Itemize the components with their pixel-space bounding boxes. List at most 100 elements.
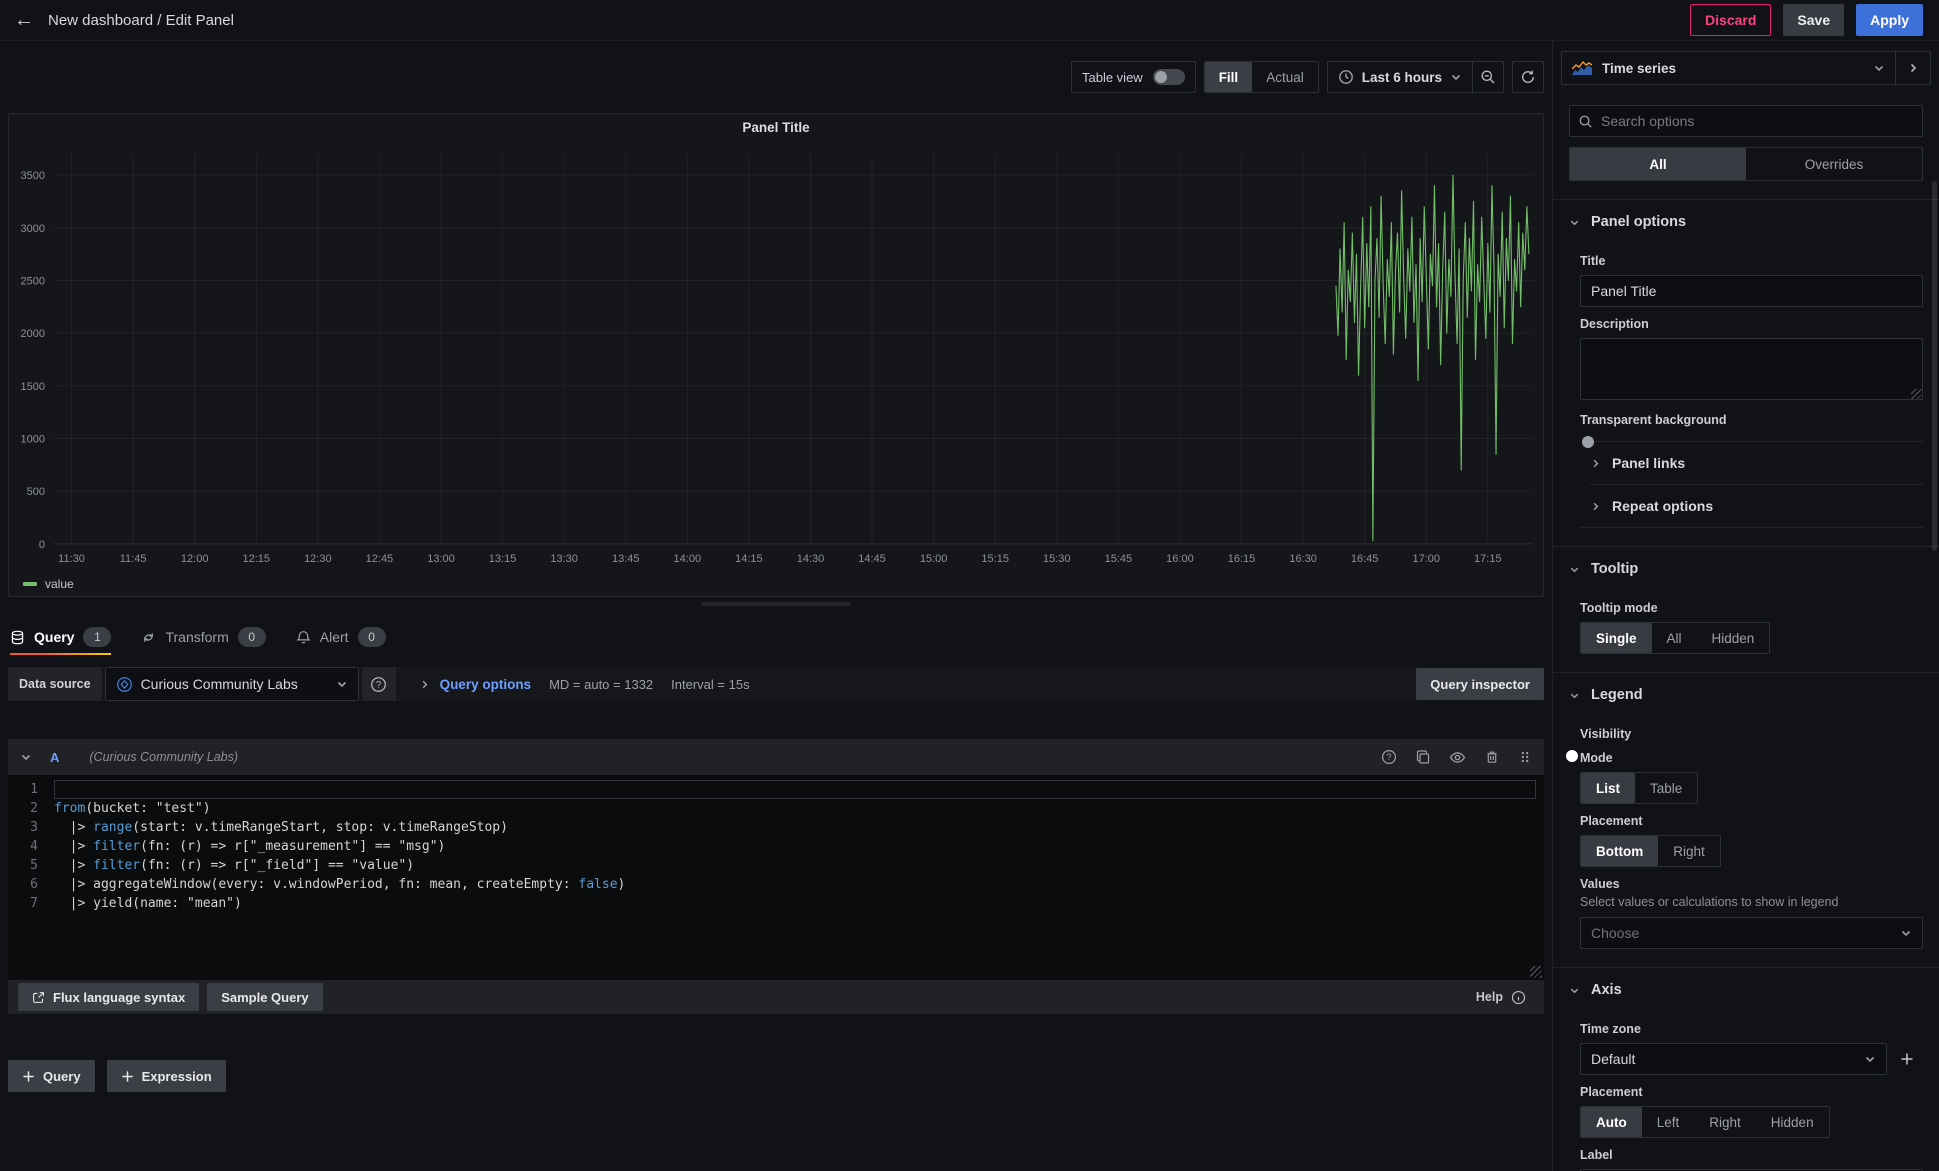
database-icon [10, 630, 25, 645]
panel-resize-handle[interactable] [701, 602, 851, 606]
query-editor-footer: Flux language syntax Sample Query Help [8, 980, 1544, 1014]
legend-mode-table[interactable]: Table [1635, 773, 1697, 803]
section-axis-header[interactable]: Axis [1553, 968, 1939, 1012]
hide-query-eye-icon[interactable] [1449, 749, 1466, 766]
axis-placement-left[interactable]: Left [1642, 1107, 1695, 1137]
delete-query-trash-icon[interactable] [1484, 749, 1500, 765]
zoom-out-icon[interactable] [1473, 62, 1503, 92]
section-panel-options: Panel options Title Description Transpar… [1553, 199, 1939, 546]
legend-series-label[interactable]: value [45, 577, 74, 591]
apply-button[interactable]: Apply [1856, 4, 1923, 36]
panel-preview: Panel Title 0500100015002000250030003500… [8, 113, 1544, 597]
time-series-viz-icon [1572, 61, 1592, 76]
filter-tab-all[interactable]: All [1570, 148, 1746, 180]
query-options-bar: Query options MD = auto = 1332 Interval … [399, 667, 1544, 701]
topbar-actions: Discard Save Apply [1690, 4, 1923, 36]
help-button[interactable]: Help [1476, 990, 1534, 1005]
table-view-label: Table view [1072, 62, 1153, 92]
query-editor-header: A (Curious Community Labs) ? [8, 739, 1544, 775]
table-view-toggle[interactable] [1153, 69, 1185, 85]
tab-query[interactable]: Query 1 [10, 619, 111, 655]
legend-mode-list[interactable]: List [1581, 773, 1635, 803]
code-line[interactable]: 2from(bucket: "test") [8, 799, 1544, 818]
description-field-label: Description [1580, 317, 1923, 331]
panel-description-textarea[interactable] [1580, 338, 1923, 400]
legend-placement-right[interactable]: Right [1658, 836, 1720, 866]
discard-button[interactable]: Discard [1690, 4, 1771, 36]
external-link-icon [32, 991, 45, 1004]
add-query-button[interactable]: Query [8, 1060, 95, 1092]
code-line[interactable]: 4 |> filter(fn: (r) => r["_measurement"]… [8, 837, 1544, 856]
plus-icon [121, 1070, 134, 1083]
tooltip-mode-hidden[interactable]: Hidden [1697, 623, 1770, 653]
options-filter-tabs: All Overrides [1569, 147, 1923, 181]
svg-text:15:15: 15:15 [981, 553, 1009, 565]
timezone-select[interactable]: Default [1580, 1043, 1887, 1075]
code-line[interactable]: 7 |> yield(name: "mean") [8, 894, 1544, 913]
legend-values-select[interactable]: Choose [1580, 917, 1923, 949]
svg-text:500: 500 [27, 486, 45, 498]
flux-code-editor[interactable]: 12from(bucket: "test")3 |> range(start: … [8, 775, 1544, 980]
sidebar-scrollbar-thumb[interactable] [1932, 181, 1937, 551]
panel-title-input[interactable] [1580, 275, 1923, 307]
options-search-box [1569, 105, 1923, 137]
section-legend-header[interactable]: Legend [1553, 673, 1939, 717]
refresh-icon[interactable] [1513, 62, 1543, 92]
textarea-resize-handle[interactable] [1911, 389, 1921, 399]
add-expression-button[interactable]: Expression [107, 1060, 226, 1092]
query-options-toggle[interactable]: Query options [419, 677, 532, 692]
editor-resize-handle[interactable] [1530, 966, 1542, 978]
collapse-sidebar-button[interactable] [1896, 52, 1930, 84]
section-panel-options-header[interactable]: Panel options [1553, 200, 1939, 244]
tab-transform[interactable]: Transform 0 [141, 619, 265, 655]
max-datapoints-stat: MD = auto = 1332 [549, 677, 653, 692]
panel-links-collapse[interactable]: Panel links [1590, 441, 1923, 484]
flux-syntax-button[interactable]: Flux language syntax [18, 983, 199, 1011]
datasource-help-button[interactable]: ? [362, 667, 396, 701]
repeat-options-collapse[interactable]: Repeat options [1590, 484, 1923, 527]
search-options-input[interactable] [1599, 112, 1914, 130]
query-ref-id[interactable]: A [50, 750, 59, 765]
svg-text:1500: 1500 [21, 381, 45, 393]
fit-actual-option[interactable]: Actual [1252, 62, 1318, 92]
code-line-content [54, 780, 1536, 799]
section-axis: Axis Time zone Default [1553, 967, 1939, 1171]
query-inspector-button[interactable]: Query inspector [1416, 668, 1544, 700]
svg-text:14:30: 14:30 [797, 553, 825, 565]
code-line[interactable]: 6 |> aggregateWindow(every: v.windowPeri… [8, 875, 1544, 894]
axis-placement-auto[interactable]: Auto [1581, 1107, 1642, 1137]
legend-placement-bottom[interactable]: Bottom [1581, 836, 1658, 866]
sample-query-button[interactable]: Sample Query [207, 983, 322, 1011]
editor-tabs: Query 1 Transform 0 Alert [0, 619, 1552, 655]
code-line[interactable]: 1 [8, 780, 1544, 799]
time-series-chart[interactable]: 050010001500200025003000350011:3011:4512… [9, 140, 1543, 572]
filter-tab-overrides[interactable]: Overrides [1746, 148, 1922, 180]
duplicate-query-icon[interactable] [1415, 749, 1431, 765]
tooltip-mode-group: Single All Hidden [1580, 622, 1770, 654]
fit-fill-option[interactable]: Fill [1205, 62, 1253, 92]
axis-placement-right[interactable]: Right [1694, 1107, 1756, 1137]
tooltip-mode-all[interactable]: All [1652, 623, 1697, 653]
add-timezone-button[interactable] [1891, 1043, 1923, 1075]
section-tooltip-header[interactable]: Tooltip [1553, 547, 1939, 591]
svg-text:16:15: 16:15 [1228, 553, 1256, 565]
tooltip-mode-single[interactable]: Single [1581, 623, 1652, 653]
drag-handle-icon[interactable] [1518, 750, 1532, 764]
visualization-picker[interactable]: Time series [1562, 52, 1895, 84]
code-line[interactable]: 3 |> range(start: v.timeRangeStart, stop… [8, 818, 1544, 837]
line-number: 4 [8, 837, 54, 856]
axis-placement-hidden[interactable]: Hidden [1756, 1107, 1829, 1137]
clock-icon [1338, 69, 1354, 85]
collapse-query-icon[interactable] [20, 751, 32, 763]
code-line-content: |> filter(fn: (r) => r["_field"] == "val… [54, 856, 1536, 875]
tab-alert-count: 0 [358, 627, 386, 647]
code-line[interactable]: 5 |> filter(fn: (r) => r["_field"] == "v… [8, 856, 1544, 875]
tab-alert[interactable]: Alert 0 [296, 619, 386, 655]
query-help-icon[interactable]: ? [1381, 749, 1397, 765]
sidebar-header: Time series [1553, 41, 1939, 93]
datasource-picker[interactable]: Curious Community Labs [105, 667, 359, 701]
back-arrow-icon[interactable]: ← [14, 10, 34, 30]
save-button[interactable]: Save [1783, 4, 1844, 36]
legend-series-swatch[interactable] [23, 582, 37, 586]
time-range-picker[interactable]: Last 6 hours [1328, 62, 1472, 92]
